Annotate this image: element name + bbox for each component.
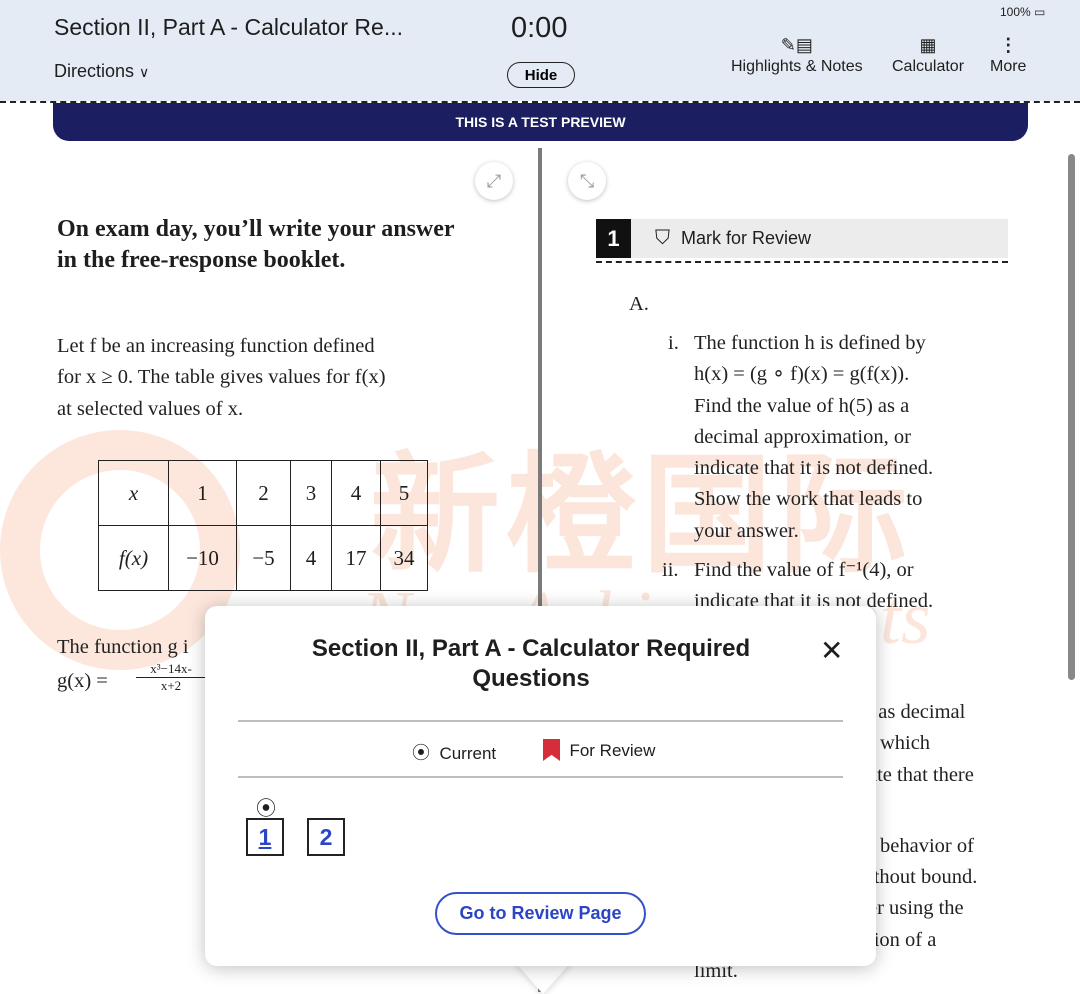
g-fraction: x³−14x- x+2 — [136, 661, 206, 694]
battery-icon: ▭ — [1034, 5, 1046, 19]
chevron-down-icon: ∨ — [139, 64, 150, 80]
table-cell: −5 — [236, 525, 291, 591]
intro-line: for x ≥ 0. The table gives values for f(… — [57, 366, 386, 389]
table-row: x 1 2 3 4 5 — [98, 460, 428, 526]
table-row: f(x) −10 −5 4 17 34 — [98, 525, 428, 591]
directions-toggle[interactable]: Directions ∨ — [54, 61, 149, 82]
text-line: decimal approximation, or — [694, 425, 911, 448]
directions-label: Directions — [54, 61, 135, 81]
more-vertical-icon: ⋮ — [999, 35, 1018, 55]
legend-label: Current — [439, 744, 497, 763]
fraction-denominator: x+2 — [160, 678, 182, 693]
passage-intro: Let f be an increasing function defined … — [57, 331, 386, 425]
go-to-review-page-button[interactable]: Go to Review Page — [435, 892, 646, 935]
timer: 0:00 — [511, 12, 568, 44]
g-formula: g(x) = — [57, 670, 108, 692]
table-cell: 4 — [290, 525, 332, 591]
close-icon[interactable]: ✕ — [820, 634, 843, 667]
text-line: indicate that it is not defined. — [694, 457, 934, 480]
text-line: ate that there — [868, 763, 974, 786]
question-divider — [596, 261, 1008, 263]
fraction-numerator: x³−14x- — [136, 661, 206, 678]
table-cell: 17 — [331, 525, 381, 591]
mark-for-review-button[interactable]: ⛉ Mark for Review — [631, 219, 1008, 258]
bookmark-icon: ⛉ — [655, 227, 670, 249]
divider — [238, 720, 843, 722]
top-toolbar: Section II, Part A - Calculator Re... 0:… — [0, 0, 1080, 101]
obscured-text: , as decimal r which ate that there . be… — [868, 697, 977, 956]
location-pin-icon: ⦿ — [412, 743, 430, 763]
question-number: 1 — [596, 219, 631, 258]
part-label: A. — [629, 293, 649, 315]
table-cell: −10 — [168, 525, 237, 591]
text-line: your answer. — [694, 519, 799, 542]
text-line: tion of a — [868, 928, 937, 951]
bookmark-filled-icon — [543, 739, 560, 761]
table-cell: x — [98, 460, 169, 526]
item-ii-label: ii. — [662, 559, 679, 581]
table-cell: 1 — [168, 460, 237, 526]
tool-label: Calculator — [892, 58, 965, 75]
table-cell: 34 — [380, 525, 428, 591]
text-line: Find the value of h(5) as a — [694, 394, 910, 417]
battery-percent: 100% — [1000, 5, 1031, 19]
values-table: x 1 2 3 4 5 f(x) −10 −5 4 17 34 — [98, 460, 428, 591]
text-line: er using the — [868, 897, 964, 920]
calculator-icon: ▦ — [919, 35, 937, 55]
legend-label: For Review — [569, 741, 656, 760]
question-navigator-popup: Section II, Part A - Calculator Required… — [205, 606, 876, 966]
text-line: ithout bound. — [868, 866, 978, 889]
table-cell: 4 — [331, 460, 381, 526]
text-line: r which — [868, 732, 931, 755]
text-line: The function h is defined by — [694, 332, 926, 354]
tool-label: Highlights & Notes — [731, 58, 863, 75]
legend-for-review: For Review — [543, 739, 655, 761]
legend-current: ⦿ Current — [412, 739, 496, 765]
mark-label: Mark for Review — [681, 228, 812, 248]
current-location-pin-icon: ⦿ — [256, 798, 276, 820]
intro-line: Let f be an increasing function defined — [57, 335, 375, 357]
text-line: . — [868, 791, 977, 831]
more-button[interactable]: ⋮ More — [990, 32, 1026, 76]
test-preview-banner: THIS IS A TEST PREVIEW — [53, 103, 1028, 141]
popup-title: Section II, Part A - Calculator Required… — [311, 635, 751, 692]
passage-heading: On exam day, you’ll write your answer in… — [57, 216, 455, 273]
table-cell: 5 — [380, 460, 428, 526]
text-line: behavior of — [880, 834, 974, 857]
question-1-button[interactable]: 1 — [246, 818, 284, 856]
table-cell: f(x) — [98, 525, 169, 591]
text-line: Find the value of f⁻¹(4), or — [694, 559, 914, 581]
text-line: Show the work that leads to — [694, 488, 923, 511]
calculator-button[interactable]: ▦ Calculator — [892, 32, 964, 76]
expand-right-pane-icon[interactable]: ⤡ — [568, 162, 606, 200]
g-definition-text: The function g i — [57, 636, 189, 658]
text-line: , as decimal — [868, 701, 966, 723]
text-line: h(x) = (g ∘ f)(x) = g(f(x)). — [694, 363, 910, 386]
intro-line: at selected values of x. — [57, 397, 244, 420]
highlighter-note-icon: ✎▤ — [780, 35, 813, 55]
scrollbar[interactable] — [1068, 154, 1075, 680]
section-title: Section II, Part A - Calculator Re... — [54, 14, 403, 40]
table-cell: 3 — [290, 460, 332, 526]
battery-status: 100% ▭ — [1000, 5, 1045, 19]
expand-left-pane-icon[interactable]: ⤢ — [475, 162, 513, 200]
item-i-label: i. — [668, 332, 679, 354]
hide-timer-button[interactable]: Hide — [507, 62, 575, 88]
item-i-text: The function h is defined by h(x) = (g ∘… — [694, 328, 1024, 547]
tool-label: More — [990, 58, 1027, 75]
highlights-notes-button[interactable]: ✎▤ Highlights & Notes — [731, 32, 863, 76]
divider — [238, 776, 843, 778]
table-cell: 2 — [236, 460, 291, 526]
question-2-button[interactable]: 2 — [307, 818, 345, 856]
